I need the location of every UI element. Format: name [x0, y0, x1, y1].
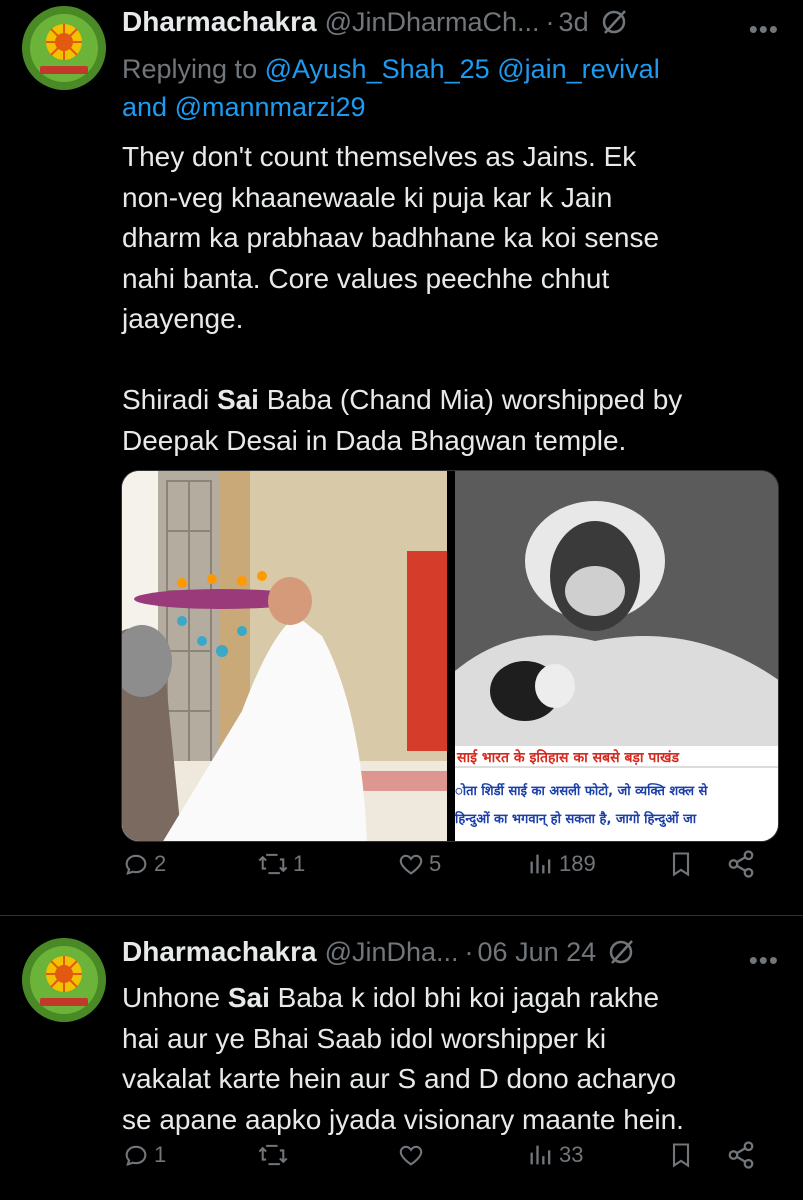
share-button[interactable]: [726, 849, 756, 879]
author-handle[interactable]: @JinDha...: [325, 937, 459, 968]
photo-aarti[interactable]: [122, 471, 447, 841]
mention-link[interactable]: @Ayush_Shah_25: [265, 54, 490, 84]
tweet[interactable]: Dharmachakra @JinDha... · 06 Jun 24 ••• …: [0, 915, 803, 1200]
share-icon: [728, 850, 754, 878]
reply-button[interactable]: 1: [122, 1141, 166, 1169]
tweet[interactable]: Dharmachakra @JinDharmaCh... · 3d ••• Re…: [0, 0, 803, 915]
bookmark-icon: [672, 1143, 690, 1168]
replying-to: Replying to @Ayush_Shah_25 @jain_revival…: [122, 50, 762, 126]
mention-link[interactable]: @jain_revival: [497, 54, 659, 84]
author-name[interactable]: Dharmachakra: [122, 936, 317, 968]
more-icon[interactable]: •••: [749, 945, 779, 976]
bookmark-button[interactable]: [667, 850, 695, 878]
bookmark-button[interactable]: [667, 1141, 695, 1169]
image-caption: हिन्दुओं का भगवान् हो सकता है, जागो हिन्…: [455, 812, 697, 827]
views-button[interactable]: 189: [527, 850, 596, 878]
like-icon: [399, 1145, 423, 1166]
repost-icon: [258, 853, 288, 875]
timestamp[interactable]: 06 Jun 24: [478, 937, 597, 968]
author-handle[interactable]: @JinDharmaCh...: [325, 7, 540, 38]
like-count: 5: [429, 851, 442, 876]
highlighted-term: Sai: [227, 982, 270, 1013]
share-icon: [728, 1141, 754, 1169]
image-caption: साई भारत के इतिहास का सबसे बड़ा पाखंड: [457, 750, 679, 766]
avatar[interactable]: [22, 938, 106, 1022]
reply-count: 1: [154, 1142, 167, 1167]
views-count: 33: [559, 1142, 584, 1167]
reply-icon: [125, 1145, 147, 1166]
tweet-header: Dharmachakra @JinDha... · 06 Jun 24: [122, 932, 634, 972]
views-count: 189: [559, 851, 596, 876]
bookmark-icon: [672, 852, 690, 877]
repost-icon: [258, 1144, 288, 1166]
tweet-text: Unhone Sai Baba k idol bhi koi jagah rak…: [122, 978, 782, 1140]
repost-button[interactable]: [257, 1141, 293, 1169]
mention-link[interactable]: @mannmarzi29: [175, 92, 366, 122]
views-icon: [530, 1145, 551, 1165]
text-segment: Unhone: [122, 982, 228, 1013]
separator-dot: ·: [545, 6, 555, 37]
reply-button[interactable]: 2: [122, 850, 166, 878]
tweet-header: Dharmachakra @JinDharmaCh... · 3d: [122, 2, 627, 42]
like-button[interactable]: [397, 1141, 429, 1169]
highlighted-term: Sai: [216, 384, 259, 415]
like-button[interactable]: 5: [397, 850, 441, 878]
separator-dot: ·: [464, 936, 474, 967]
grok-icon[interactable]: [601, 9, 627, 35]
image-caption: ोता शिर्डी साई का असली फोटो, जो व्यक्ति …: [455, 784, 708, 799]
and-label: and: [122, 92, 168, 122]
more-icon[interactable]: •••: [749, 14, 779, 45]
grok-icon[interactable]: [608, 939, 634, 965]
views-icon: [530, 854, 551, 874]
repost-count: 1: [293, 851, 306, 876]
views-button[interactable]: 33: [527, 1141, 583, 1169]
media-grid: साई भारत के इतिहास का सबसे बड़ा पाखंड ोत…: [121, 470, 779, 842]
author-name[interactable]: Dharmachakra: [122, 6, 317, 38]
reply-count: 2: [154, 851, 167, 876]
photo-old-portrait[interactable]: साई भारत के इतिहास का सबसे बड़ा पाखंड ोत…: [455, 471, 778, 841]
like-icon: [399, 854, 423, 875]
tweet-text: They don't count themselves as Jains. Ek…: [122, 137, 782, 461]
avatar[interactable]: [22, 6, 106, 90]
share-button[interactable]: [726, 1140, 756, 1170]
repost-button[interactable]: 1: [257, 850, 305, 878]
text-segment: They don't count themselves as Jains. Ek…: [122, 141, 660, 415]
reply-icon: [125, 854, 147, 875]
replying-to-label: Replying to: [122, 54, 258, 84]
timestamp[interactable]: 3d: [559, 7, 589, 38]
